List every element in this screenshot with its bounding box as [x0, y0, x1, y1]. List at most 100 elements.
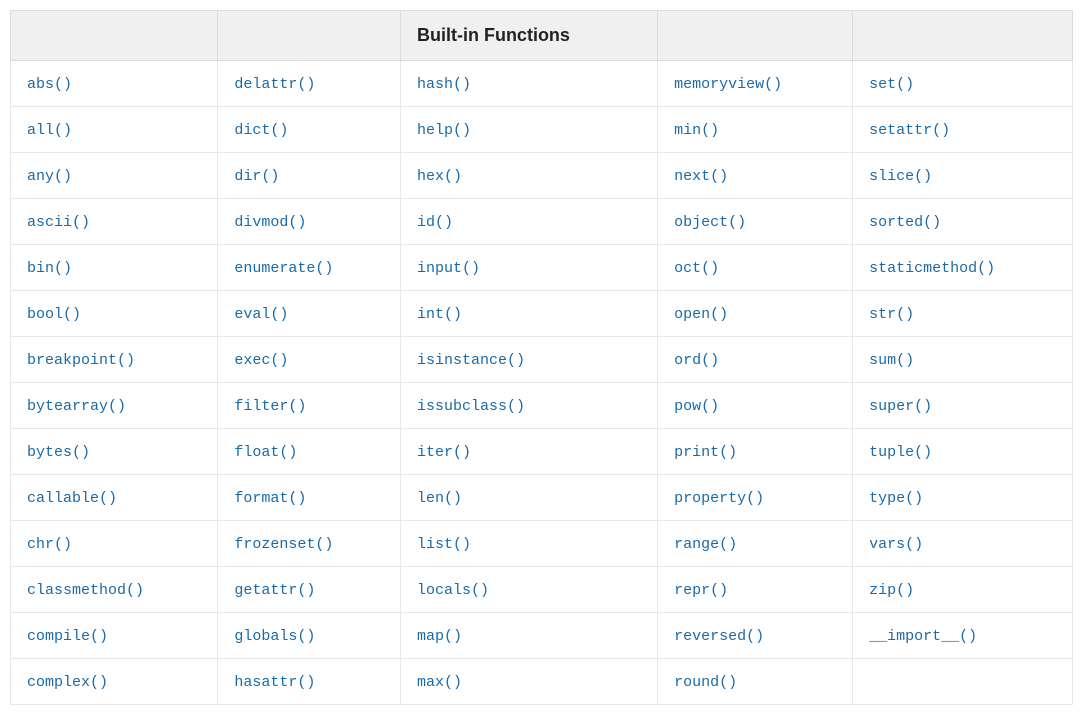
table-cell: classmethod(): [11, 567, 218, 613]
function-link[interactable]: locals(): [417, 582, 489, 599]
function-link[interactable]: float(): [234, 444, 297, 461]
table-cell: super(): [853, 383, 1073, 429]
function-link[interactable]: compile(): [27, 628, 108, 645]
table-cell: delattr(): [218, 61, 401, 107]
function-link[interactable]: frozenset(): [234, 536, 333, 553]
table-cell: tuple(): [853, 429, 1073, 475]
function-link[interactable]: sum(): [869, 352, 914, 369]
function-link[interactable]: filter(): [234, 398, 306, 415]
function-link[interactable]: any(): [27, 168, 72, 185]
table-cell: id(): [400, 199, 657, 245]
table-row: bytes() float() iter() print() tuple(): [11, 429, 1073, 475]
function-link[interactable]: dir(): [234, 168, 279, 185]
table-cell: memoryview(): [658, 61, 853, 107]
table-cell: isinstance(): [400, 337, 657, 383]
table-cell: format(): [218, 475, 401, 521]
table-cell: abs(): [11, 61, 218, 107]
function-link[interactable]: pow(): [674, 398, 719, 415]
table-cell: frozenset(): [218, 521, 401, 567]
function-link[interactable]: dict(): [234, 122, 288, 139]
function-link[interactable]: ord(): [674, 352, 719, 369]
function-link[interactable]: chr(): [27, 536, 72, 553]
function-link[interactable]: set(): [869, 76, 914, 93]
table-cell: hasattr(): [218, 659, 401, 705]
function-link[interactable]: super(): [869, 398, 932, 415]
function-link[interactable]: isinstance(): [417, 352, 525, 369]
function-link[interactable]: print(): [674, 444, 737, 461]
function-link[interactable]: oct(): [674, 260, 719, 277]
function-link[interactable]: memoryview(): [674, 76, 782, 93]
function-link[interactable]: getattr(): [234, 582, 315, 599]
table-cell: str(): [853, 291, 1073, 337]
table-cell: next(): [658, 153, 853, 199]
function-link[interactable]: divmod(): [234, 214, 306, 231]
table-row: breakpoint() exec() isinstance() ord() sum(): [11, 337, 1073, 383]
function-link[interactable]: format(): [234, 490, 306, 507]
function-link[interactable]: slice(): [869, 168, 932, 185]
function-link[interactable]: object(): [674, 214, 746, 231]
table-cell: globals(): [218, 613, 401, 659]
function-link[interactable]: next(): [674, 168, 728, 185]
table-cell: object(): [658, 199, 853, 245]
function-link[interactable]: enumerate(): [234, 260, 333, 277]
function-link[interactable]: id(): [417, 214, 453, 231]
function-link[interactable]: hasattr(): [234, 674, 315, 691]
function-link[interactable]: reversed(): [674, 628, 764, 645]
function-link[interactable]: complex(): [27, 674, 108, 691]
function-link[interactable]: hex(): [417, 168, 462, 185]
function-link[interactable]: bytes(): [27, 444, 90, 461]
function-link[interactable]: open(): [674, 306, 728, 323]
function-link[interactable]: int(): [417, 306, 462, 323]
function-link[interactable]: str(): [869, 306, 914, 323]
function-link[interactable]: list(): [417, 536, 471, 553]
table-cell: print(): [658, 429, 853, 475]
function-link[interactable]: abs(): [27, 76, 72, 93]
function-link[interactable]: map(): [417, 628, 462, 645]
function-link[interactable]: exec(): [234, 352, 288, 369]
function-link[interactable]: bin(): [27, 260, 72, 277]
function-link[interactable]: classmethod(): [27, 582, 144, 599]
table-row: all() dict() help() min() setattr(): [11, 107, 1073, 153]
function-link[interactable]: hash(): [417, 76, 471, 93]
function-link[interactable]: help(): [417, 122, 471, 139]
function-link[interactable]: iter(): [417, 444, 471, 461]
table-cell: sum(): [853, 337, 1073, 383]
table-cell: hash(): [400, 61, 657, 107]
table-header-row: Built-in Functions: [11, 11, 1073, 61]
function-link[interactable]: callable(): [27, 490, 117, 507]
function-link[interactable]: sorted(): [869, 214, 941, 231]
table-cell: staticmethod(): [853, 245, 1073, 291]
function-link[interactable]: tuple(): [869, 444, 932, 461]
function-link[interactable]: property(): [674, 490, 764, 507]
function-link[interactable]: eval(): [234, 306, 288, 323]
table-cell: type(): [853, 475, 1073, 521]
function-link[interactable]: breakpoint(): [27, 352, 135, 369]
function-link[interactable]: type(): [869, 490, 923, 507]
table-cell: setattr(): [853, 107, 1073, 153]
table-cell: repr(): [658, 567, 853, 613]
function-link[interactable]: repr(): [674, 582, 728, 599]
function-link[interactable]: all(): [27, 122, 72, 139]
function-link[interactable]: zip(): [869, 582, 914, 599]
function-link[interactable]: round(): [674, 674, 737, 691]
function-link[interactable]: delattr(): [234, 76, 315, 93]
function-link[interactable]: bool(): [27, 306, 81, 323]
table-cell: pow(): [658, 383, 853, 429]
table-row: ascii() divmod() id() object() sorted(): [11, 199, 1073, 245]
function-link[interactable]: globals(): [234, 628, 315, 645]
function-link[interactable]: setattr(): [869, 122, 950, 139]
table-cell: ascii(): [11, 199, 218, 245]
table-row: bin() enumerate() input() oct() staticmethod…: [11, 245, 1073, 291]
function-link[interactable]: input(): [417, 260, 480, 277]
function-link[interactable]: __import__(): [869, 628, 977, 645]
function-link[interactable]: issubclass(): [417, 398, 525, 415]
function-link[interactable]: min(): [674, 122, 719, 139]
function-link[interactable]: ascii(): [27, 214, 90, 231]
function-link[interactable]: vars(): [869, 536, 923, 553]
function-link[interactable]: len(): [417, 490, 462, 507]
function-link[interactable]: bytearray(): [27, 398, 126, 415]
function-link[interactable]: max(): [417, 674, 462, 691]
function-link[interactable]: staticmethod(): [869, 260, 995, 277]
function-link[interactable]: range(): [674, 536, 737, 553]
table-row: chr() frozenset() list() range() vars(): [11, 521, 1073, 567]
